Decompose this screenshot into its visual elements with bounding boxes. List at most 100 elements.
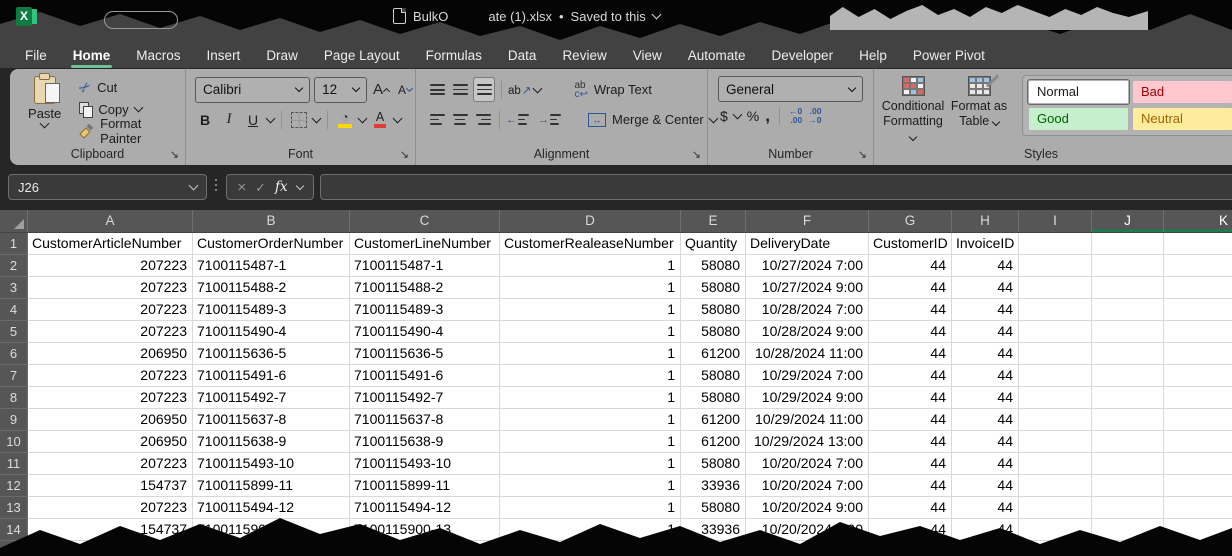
row-number[interactable]: 13 — [0, 497, 28, 519]
cell-F2[interactable]: 10/27/2024 7:00 — [746, 255, 869, 277]
cell-E1[interactable]: Quantity — [681, 233, 746, 255]
cell-B11[interactable]: 7100115493-10 — [193, 453, 350, 475]
cell-A5[interactable]: 207223 — [28, 321, 193, 343]
cell-B10[interactable]: 7100115638-9 — [193, 431, 350, 453]
cell-H7[interactable]: 44 — [952, 365, 1019, 387]
cell-K6[interactable] — [1164, 343, 1232, 365]
cell-C10[interactable]: 7100115638-9 — [350, 431, 500, 453]
row-number[interactable]: 7 — [0, 365, 28, 387]
select-all-corner[interactable] — [0, 210, 28, 232]
column-header-J[interactable]: J — [1092, 210, 1164, 232]
bold-button[interactable]: B — [195, 108, 215, 131]
excel-logo-icon[interactable]: X — [16, 7, 37, 26]
increase-indent-button[interactable]: → — [538, 114, 561, 126]
cell-C9[interactable]: 7100115637-8 — [350, 409, 500, 431]
cell-A13[interactable]: 207223 — [28, 497, 193, 519]
cell-I4[interactable] — [1019, 299, 1092, 321]
cell-J12[interactable] — [1092, 475, 1164, 497]
cell-D2[interactable]: 1 — [500, 255, 681, 277]
cell-I3[interactable] — [1019, 277, 1092, 299]
cell-J11[interactable] — [1092, 453, 1164, 475]
cell-E12[interactable]: 33936 — [681, 475, 746, 497]
cell-D5[interactable]: 1 — [500, 321, 681, 343]
cell-G14[interactable]: 44 — [869, 519, 952, 541]
cell-G3[interactable]: 44 — [869, 277, 952, 299]
cut-button[interactable]: ✂ Cut — [79, 76, 185, 98]
cell-C5[interactable]: 7100115490-4 — [350, 321, 500, 343]
font-name-combo[interactable]: Calibri — [195, 77, 310, 103]
cell-I10[interactable] — [1019, 431, 1092, 453]
cell-K2[interactable] — [1164, 255, 1232, 277]
column-header-I[interactable]: I — [1019, 210, 1092, 232]
percent-button[interactable]: % — [747, 108, 759, 124]
cell-G6[interactable]: 44 — [869, 343, 952, 365]
column-header-D[interactable]: D — [500, 210, 681, 232]
tab-power-pivot[interactable]: Power Pivot — [900, 48, 998, 63]
cell-C[interactable] — [350, 541, 500, 556]
cell-A9[interactable]: 206950 — [28, 409, 193, 431]
cell-B8[interactable]: 7100115492-7 — [193, 387, 350, 409]
cell-E4[interactable]: 58080 — [681, 299, 746, 321]
cell-C3[interactable]: 7100115488-2 — [350, 277, 500, 299]
cell-H13[interactable]: 44 — [952, 497, 1019, 519]
cell-D7[interactable]: 1 — [500, 365, 681, 387]
cell-G8[interactable]: 44 — [869, 387, 952, 409]
cell-A3[interactable]: 207223 — [28, 277, 193, 299]
column-header-B[interactable]: B — [193, 210, 350, 232]
cell-F12[interactable]: 10/20/2024 7:00 — [746, 475, 869, 497]
italic-button[interactable]: I — [219, 108, 239, 131]
orientation-button[interactable]: ab ↗ — [508, 83, 531, 97]
cell-E10[interactable]: 61200 — [681, 431, 746, 453]
underline-chevron-icon[interactable] — [266, 113, 276, 123]
cell-K14[interactable] — [1164, 519, 1232, 541]
shrink-font-button[interactable]: A — [395, 78, 415, 101]
cell-K3[interactable] — [1164, 277, 1232, 299]
tab-data[interactable]: Data — [495, 48, 550, 63]
tab-review[interactable]: Review — [549, 48, 619, 63]
cell-F13[interactable]: 10/20/2024 9:00 — [746, 497, 869, 519]
cell-D11[interactable]: 1 — [500, 453, 681, 475]
cell-J8[interactable] — [1092, 387, 1164, 409]
top-align-button[interactable] — [427, 78, 447, 101]
cell-J6[interactable] — [1092, 343, 1164, 365]
cell-B5[interactable]: 7100115490-4 — [193, 321, 350, 343]
fx-chevron-icon[interactable] — [295, 181, 303, 189]
cell-I[interactable] — [1019, 541, 1092, 556]
cell-A7[interactable]: 207223 — [28, 365, 193, 387]
cell-J2[interactable] — [1092, 255, 1164, 277]
cell-E13[interactable]: 58080 — [681, 497, 746, 519]
cell-F3[interactable]: 10/27/2024 9:00 — [746, 277, 869, 299]
merge-center-button[interactable]: ↔ Merge & Center — [588, 112, 717, 127]
cell-K12[interactable] — [1164, 475, 1232, 497]
cell-G4[interactable]: 44 — [869, 299, 952, 321]
font-size-combo[interactable]: 12 — [314, 77, 367, 103]
cell-G9[interactable]: 44 — [869, 409, 952, 431]
cell-G1[interactable]: CustomerID — [869, 233, 952, 255]
cell-C4[interactable]: 7100115489-3 — [350, 299, 500, 321]
cell-G12[interactable]: 44 — [869, 475, 952, 497]
cell-H12[interactable]: 44 — [952, 475, 1019, 497]
clipboard-dialog-launcher[interactable]: ↘ — [170, 150, 179, 161]
cell-K7[interactable] — [1164, 365, 1232, 387]
style-chip-normal[interactable]: Normal — [1029, 81, 1128, 103]
column-header-K[interactable]: K — [1164, 210, 1232, 232]
cell-E6[interactable]: 61200 — [681, 343, 746, 365]
row-number[interactable]: 8 — [0, 387, 28, 409]
align-center-button[interactable] — [450, 108, 470, 131]
document-title[interactable]: BulkO ate (1).xlsx • Saved to this — [393, 8, 660, 24]
cell-D3[interactable]: 1 — [500, 277, 681, 299]
cell-A2[interactable]: 207223 — [28, 255, 193, 277]
column-header-F[interactable]: F — [746, 210, 869, 232]
cell-H14[interactable]: 44 — [952, 519, 1019, 541]
cell-J13[interactable] — [1092, 497, 1164, 519]
cell-E7[interactable]: 58080 — [681, 365, 746, 387]
cell-B9[interactable]: 7100115637-8 — [193, 409, 350, 431]
cell-C8[interactable]: 7100115492-7 — [350, 387, 500, 409]
cell-J3[interactable] — [1092, 277, 1164, 299]
borders-button[interactable] — [289, 108, 309, 131]
cell-F1[interactable]: DeliveryDate — [746, 233, 869, 255]
currency-button[interactable]: $ — [720, 108, 728, 124]
paste-button[interactable]: Paste — [18, 76, 71, 142]
style-chip-good[interactable]: Good — [1029, 108, 1128, 130]
insert-function-button[interactable]: fx — [275, 179, 288, 195]
